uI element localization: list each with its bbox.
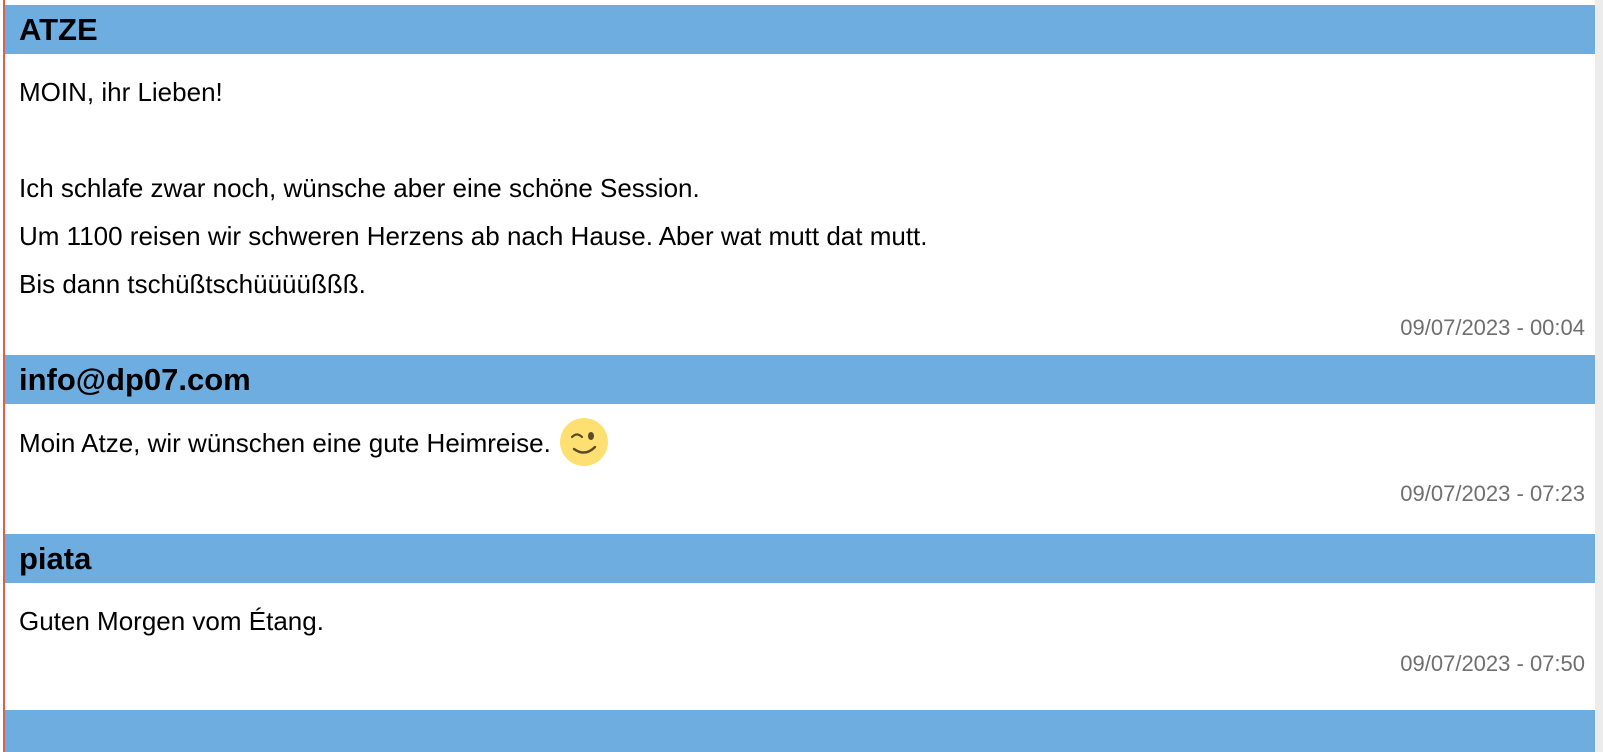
post: piata Guten Morgen vom Étang. 09/07/2023… [5, 534, 1600, 710]
post-text-line: Guten Morgen vom Étang. [19, 606, 324, 636]
winking-face-icon [559, 418, 608, 467]
post-author [5, 710, 1600, 752]
post-text-line: MOIN, ihr Lieben! [19, 77, 223, 107]
post [5, 710, 1600, 752]
post-timestamp: 09/07/2023 - 00:04 [1400, 315, 1585, 340]
post: ATZE MOIN, ihr Lieben! Ich schlafe zwar … [5, 5, 1600, 355]
message-feed: ATZE MOIN, ihr Lieben! Ich schlafe zwar … [5, 5, 1600, 752]
post: info@dp07.com Moin Atze, wir wünschen ei… [5, 355, 1600, 534]
post-author: info@dp07.com [5, 355, 1600, 404]
post-text-line: Bis dann tschüßtschüüüüßßß. [19, 269, 366, 299]
post-body: MOIN, ihr Lieben! Ich schlafe zwar noch,… [5, 54, 1600, 355]
post-author: piata [5, 534, 1600, 583]
post-text-line: Moin Atze, wir wünschen eine gute Heimre… [19, 418, 1585, 468]
post-body: Moin Atze, wir wünschen eine gute Heimre… [5, 404, 1600, 534]
post-text-line: Um 1100 reisen wir schweren Herzens ab n… [19, 221, 928, 251]
post-timestamp: 09/07/2023 - 07:23 [1400, 481, 1585, 506]
scrollbar-track[interactable] [1595, 0, 1603, 752]
post-body: Guten Morgen vom Étang. 09/07/2023 - 07:… [5, 583, 1600, 710]
post-text: Moin Atze, wir wünschen eine gute Heimre… [19, 428, 551, 458]
post-text-line [19, 116, 1585, 164]
post-author: ATZE [5, 5, 1600, 54]
post-text-line: Ich schlafe zwar noch, wünsche aber eine… [19, 173, 700, 203]
guestbook-page: ATZE MOIN, ihr Lieben! Ich schlafe zwar … [0, 0, 1603, 752]
post-timestamp: 09/07/2023 - 07:50 [1400, 651, 1585, 676]
